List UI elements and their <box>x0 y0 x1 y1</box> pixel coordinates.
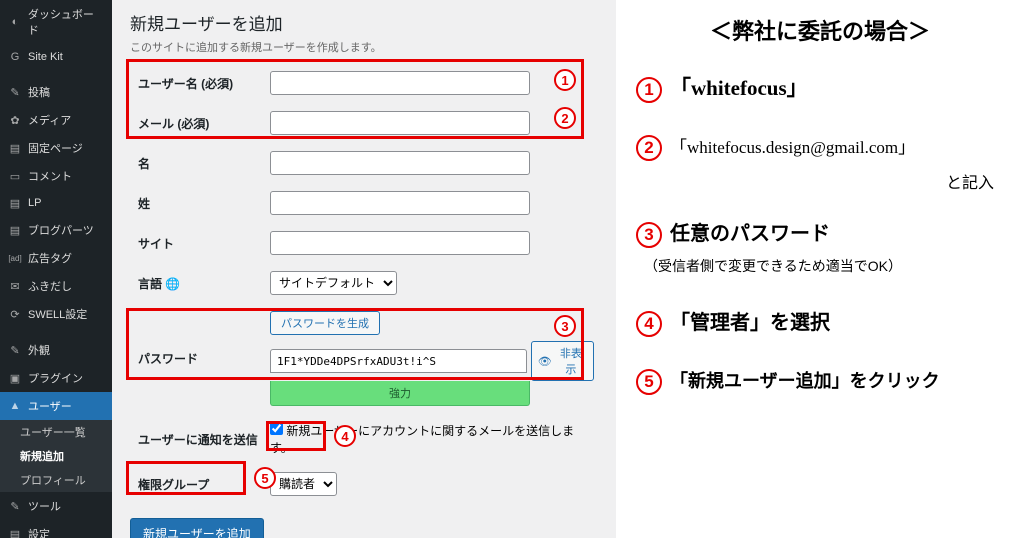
hide-password-button[interactable]: 👁非表示 <box>531 341 594 381</box>
wp-admin-sidebar: ◐ダッシュボード GSite Kit ✎投稿 ✿メディア ▤固定ページ ▭コメン… <box>0 0 112 538</box>
marker-2: 2 <box>554 107 576 129</box>
balloon-icon: ✉ <box>8 279 22 293</box>
sidebar-item-plugins[interactable]: ▣プラグイン <box>0 364 112 392</box>
language-select[interactable]: サイトデフォルト <box>270 271 397 295</box>
g-icon: G <box>8 50 22 64</box>
sidebar-item-settings[interactable]: ▤設定 <box>0 520 112 538</box>
sidebar-item-comments[interactable]: ▭コメント <box>0 162 112 190</box>
guide-text-2b: と記入 <box>636 169 994 193</box>
marker-1: 1 <box>554 69 576 91</box>
guide-text-5: 「新規ユーザー追加」をクリック <box>670 367 940 393</box>
sidebar-item-media[interactable]: ✿メディア <box>0 106 112 134</box>
lastname-input[interactable] <box>270 191 530 215</box>
password-strength: 強力 <box>270 381 530 406</box>
sidebar-item-users[interactable]: ▲ユーザー <box>0 392 112 420</box>
label-role: 権限グループ <box>130 464 266 504</box>
label-language: 言語 🌐 <box>130 263 266 303</box>
comment-icon: ▭ <box>8 169 22 183</box>
notify-checkbox[interactable] <box>270 422 283 435</box>
sidebar-item-tools[interactable]: ✎ツール <box>0 492 112 520</box>
sidebar-item-appearance[interactable]: ✎外観 <box>0 336 112 364</box>
guide-text-3: 任意のパスワード <box>670 217 830 246</box>
guide-num-4: 4 <box>636 311 662 337</box>
guide-num-5: 5 <box>636 369 662 395</box>
content-area: 新規ユーザーを追加 このサイトに追加する新規ユーザーを作成します。 ユーザー名 … <box>112 0 616 538</box>
sidebar-item-dashboard[interactable]: ◐ダッシュボード <box>0 0 112 44</box>
ad-icon: [ad] <box>8 251 22 265</box>
sidebar-item-lp[interactable]: ▤LP <box>0 190 112 216</box>
guide-panel: ＜弊社に委託の場合＞ 1 「whitefocus」 2 「whitefocus.de… <box>616 0 1024 538</box>
marker-4: 4 <box>334 425 356 447</box>
lp-icon: ▤ <box>8 196 22 210</box>
sidebar-item-swell[interactable]: ⟳SWELL設定 <box>0 300 112 328</box>
plugin-icon: ▣ <box>8 371 22 385</box>
firstname-input[interactable] <box>270 151 530 175</box>
sidebar-sub-profile[interactable]: プロフィール <box>0 468 112 492</box>
guide-text-3b: （受信者側で変更できるため適当でOK） <box>644 256 1004 276</box>
translate-icon: 🌐 <box>165 277 180 291</box>
label-notify: ユーザーに通知を送信 <box>130 414 266 464</box>
sidebar-sub-userlist[interactable]: ユーザー一覧 <box>0 420 112 444</box>
marker-5: 5 <box>254 467 276 489</box>
guide-text-2: 「whitefocus.design@gmail.com」 <box>670 133 915 158</box>
marker-3: 3 <box>554 315 576 337</box>
sidebar-item-pages[interactable]: ▤固定ページ <box>0 134 112 162</box>
role-select[interactable]: 購読者 <box>270 472 337 496</box>
guide-text-4: 「管理者」を選択 <box>670 306 830 335</box>
email-input[interactable] <box>270 111 530 135</box>
eye-slash-icon: 👁 <box>538 355 552 368</box>
add-user-button[interactable]: 新規ユーザーを追加 <box>130 518 264 538</box>
label-email: メール (必須) <box>130 103 266 143</box>
sidebar-sub-adduser[interactable]: 新規追加 <box>0 444 112 468</box>
sidebar-item-adtag[interactable]: [ad]広告タグ <box>0 244 112 272</box>
slider-icon: ▤ <box>8 527 22 538</box>
brush-icon: ✎ <box>8 343 22 357</box>
user-icon: ▲ <box>8 399 22 413</box>
page-title: 新規ユーザーを追加 <box>130 10 598 35</box>
label-username: ユーザー名 (必須) <box>130 63 266 103</box>
sidebar-item-posts[interactable]: ✎投稿 <box>0 78 112 106</box>
site-input[interactable] <box>270 231 530 255</box>
guide-num-1: 1 <box>636 77 662 103</box>
username-input[interactable] <box>270 71 530 95</box>
notify-label[interactable]: 新規ユーザーにアカウントに関するメールを送信します。 <box>270 424 574 455</box>
sidebar-item-sitekit[interactable]: GSite Kit <box>0 44 112 70</box>
page-description: このサイトに追加する新規ユーザーを作成します。 <box>130 39 598 55</box>
gauge-icon: ◐ <box>8 15 22 29</box>
wrench-icon: ✎ <box>8 499 22 513</box>
sidebar-item-fukidashi[interactable]: ✉ふきだし <box>0 272 112 300</box>
label-lastname: 姓 <box>130 183 266 223</box>
page-icon: ▤ <box>8 141 22 155</box>
label-site: サイト <box>130 223 266 263</box>
swell-icon: ⟳ <box>8 307 22 321</box>
label-password: パスワード <box>130 303 266 414</box>
guide-num-3: 3 <box>636 222 662 248</box>
guide-num-2: 2 <box>636 135 662 161</box>
generate-password-button[interactable]: パスワードを生成 <box>270 311 380 335</box>
parts-icon: ▤ <box>8 223 22 237</box>
pin-icon: ✎ <box>8 85 22 99</box>
guide-title: ＜弊社に委託の場合＞ <box>636 14 1004 46</box>
password-input[interactable] <box>270 349 527 373</box>
label-firstname: 名 <box>130 143 266 183</box>
guide-text-1: 「whitefocus」 <box>670 72 808 102</box>
media-icon: ✿ <box>8 113 22 127</box>
sidebar-item-blogparts[interactable]: ▤ブログパーツ <box>0 216 112 244</box>
